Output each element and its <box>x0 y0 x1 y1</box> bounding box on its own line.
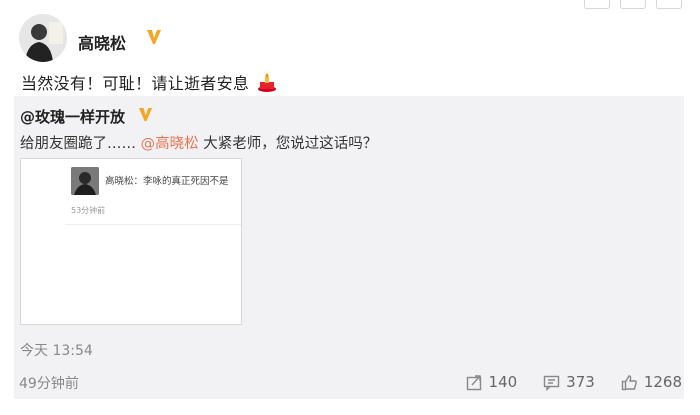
thumbnail-avatar <box>71 167 99 195</box>
comment-count: 373 <box>566 373 595 391</box>
repost-time[interactable]: 今天 13:54 <box>20 340 93 360</box>
post-text: 当然没有！可耻！请让逝者安息 <box>21 70 277 97</box>
repost-author[interactable]: @玫瑰一样开放 <box>20 106 125 127</box>
repost-button[interactable]: 140 <box>466 373 518 391</box>
post-time[interactable]: 49分钟前 <box>19 373 79 393</box>
post-author[interactable]: 高晓松 <box>78 30 126 54</box>
action-bar: 140 373 1268 <box>466 373 682 391</box>
comment-icon <box>543 374 560 391</box>
mention-link[interactable]: @高晓松 <box>141 136 199 152</box>
repost-text: 给朋友圈跪了…… @高晓松 大紧老师，您说过这话吗？ <box>20 132 377 153</box>
verified-badge-icon <box>138 106 153 127</box>
like-count: 1268 <box>643 373 682 391</box>
like-icon <box>621 374 638 391</box>
image-thumbnail[interactable]: 高晓松：李咏的真正死因不是 53分钟前 <box>20 158 242 325</box>
top-control[interactable] <box>656 0 682 9</box>
thumbnail-divider <box>65 224 241 225</box>
comment-button[interactable]: 373 <box>543 373 595 391</box>
thumbnail-time: 53分钟前 <box>71 206 106 215</box>
thumbnail-text: 高晓松：李咏的真正死因不是 <box>105 176 229 187</box>
verified-badge-icon <box>146 28 162 50</box>
candle-icon <box>257 72 277 97</box>
avatar[interactable] <box>19 14 67 62</box>
top-control[interactable] <box>584 0 610 9</box>
repost-text-before: 给朋友圈跪了…… <box>20 136 136 152</box>
repost-text-after: 大紧老师，您说过这话吗？ <box>203 136 378 152</box>
reposted-card[interactable]: @玫瑰一样开放 给朋友圈跪了…… @高晓松 大紧老师，您说过这话吗？ 高晓松：李… <box>14 96 684 399</box>
post-text-content: 当然没有！可耻！请让逝者安息 <box>21 74 250 93</box>
repost-icon <box>466 374 483 391</box>
top-window-controls <box>584 0 682 9</box>
like-button[interactable]: 1268 <box>621 373 682 391</box>
repost-count: 140 <box>488 373 518 391</box>
top-control[interactable] <box>620 0 646 9</box>
